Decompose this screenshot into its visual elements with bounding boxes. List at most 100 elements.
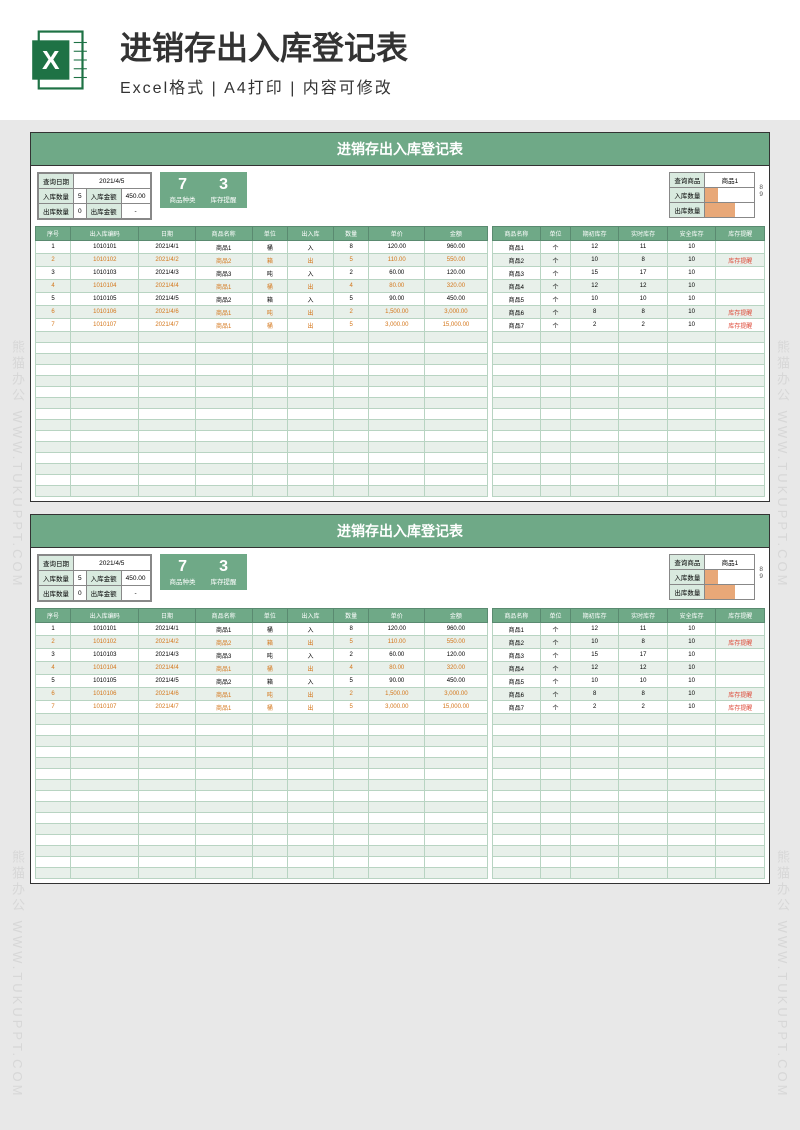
- table-row: 商品5个101010: [492, 675, 764, 688]
- spreadsheet: 进销存出入库登记表 查询日期2021/4/5 入库数量5入库金额450.00 出…: [30, 132, 770, 502]
- watermark: 熊猫办公 WWW.TUKUPPT.COM: [8, 850, 27, 1099]
- table-row: [492, 857, 764, 868]
- table-row: [36, 453, 488, 464]
- page-header: X 进销存出入库登记表 Excel格式 | A4打印 | 内容可修改: [0, 0, 800, 120]
- table-row: 商品5个101010: [492, 293, 764, 306]
- table-row: [36, 464, 488, 475]
- table-row: [492, 343, 764, 354]
- table-row: [492, 769, 764, 780]
- table-row: 商品6个8810库存提醒: [492, 688, 764, 701]
- table-row: 510101052021/4/5商品2箱入590.00450.00: [36, 293, 488, 306]
- table-row: [36, 376, 488, 387]
- table-row: 商品2个10810库存提醒: [492, 254, 764, 267]
- table-row: [492, 791, 764, 802]
- table-row: 商品1个121110: [492, 623, 764, 636]
- table-row: [36, 354, 488, 365]
- table-row: [36, 747, 488, 758]
- table-row: [492, 824, 764, 835]
- table-row: [492, 387, 764, 398]
- table-row: 商品4个121210: [492, 662, 764, 675]
- table-row: 210101022021/4/2商品2箱出5110.00550.00: [36, 254, 488, 267]
- table-row: [36, 332, 488, 343]
- table-row: 410101042021/4/4商品1桶出480.00320.00: [36, 280, 488, 293]
- table-row: [492, 332, 764, 343]
- table-row: [492, 736, 764, 747]
- table-row: [492, 835, 764, 846]
- table-row: [36, 824, 488, 835]
- table-row: [36, 857, 488, 868]
- page-subtitle: Excel格式 | A4打印 | 内容可修改: [120, 74, 408, 98]
- table-row: [492, 398, 764, 409]
- table-row: [36, 725, 488, 736]
- table-row: [492, 475, 764, 486]
- table-row: 110101012021/4/1商品1桶入8120.00960.00: [36, 241, 488, 254]
- table-row: [36, 758, 488, 769]
- table-row: [492, 747, 764, 758]
- table-row: [36, 486, 488, 497]
- query-panel: 查询日期2021/4/5 入库数量5入库金额450.00 出库数量0出库金额-: [37, 554, 152, 602]
- lookup-panel: 查询商品商品1 入库数量 出库数量 89: [669, 172, 763, 218]
- table-row: [36, 714, 488, 725]
- table-row: [36, 431, 488, 442]
- entry-table[interactable]: 序号出入库编码日期商品名称单位出入库数量单价金额 110101012021/4/…: [35, 226, 488, 497]
- table-row: 商品7个2210库存提醒: [492, 701, 764, 714]
- table-row: [492, 420, 764, 431]
- table-row: [492, 846, 764, 857]
- table-row: 商品7个2210库存提醒: [492, 319, 764, 332]
- table-row: [36, 846, 488, 857]
- summary-box: 7商品种类 3库存提醒: [160, 554, 247, 590]
- watermark: 熊猫办公 WWW.TUKUPPT.COM: [8, 340, 27, 589]
- excel-icon: X: [30, 25, 100, 95]
- table-row: 310101032021/4/3商品3吨入260.00120.00: [36, 649, 488, 662]
- table-row: [492, 464, 764, 475]
- table-row: [492, 365, 764, 376]
- entry-table[interactable]: 序号出入库编码日期商品名称单位出入库数量单价金额 110101012021/4/…: [35, 608, 488, 879]
- watermark: 熊猫办公 WWW.TUKUPPT.COM: [773, 850, 792, 1099]
- table-row: 610101062021/4/6商品1吨出21,500.003,000.00: [36, 306, 488, 319]
- watermark: 熊猫办公 WWW.TUKUPPT.COM: [773, 340, 792, 589]
- table-row: [492, 813, 764, 824]
- table-row: 410101042021/4/4商品1桶出480.00320.00: [36, 662, 488, 675]
- table-row: [492, 431, 764, 442]
- table-row: [492, 725, 764, 736]
- table-row: [36, 442, 488, 453]
- table-row: 710101072021/4/7商品1桶出53,000.0015,000.00: [36, 319, 488, 332]
- table-row: [492, 409, 764, 420]
- query-panel: 查询日期2021/4/5 入库数量5入库金额450.00 出库数量0出库金额-: [37, 172, 152, 220]
- table-row: 商品6个8810库存提醒: [492, 306, 764, 319]
- svg-text:X: X: [42, 45, 60, 75]
- table-row: [492, 442, 764, 453]
- table-row: [36, 343, 488, 354]
- table-row: 商品2个10810库存提醒: [492, 636, 764, 649]
- table-row: 210101022021/4/2商品2箱出5110.00550.00: [36, 636, 488, 649]
- table-row: [36, 409, 488, 420]
- table-row: 510101052021/4/5商品2箱入590.00450.00: [36, 675, 488, 688]
- table-row: [36, 802, 488, 813]
- table-row: [492, 868, 764, 879]
- table-row: 商品3个151710: [492, 267, 764, 280]
- table-row: 110101012021/4/1商品1桶入8120.00960.00: [36, 623, 488, 636]
- lookup-panel: 查询商品商品1 入库数量 出库数量 89: [669, 554, 763, 600]
- sheet-title: 进销存出入库登记表: [31, 133, 769, 166]
- stock-table[interactable]: 商品名称单位期初库存实时库存安全库存库存提醒 商品1个121110商品2个108…: [492, 608, 765, 879]
- table-row: 310101032021/4/3商品3吨入260.00120.00: [36, 267, 488, 280]
- table-row: [492, 486, 764, 497]
- table-row: [36, 398, 488, 409]
- table-row: [36, 868, 488, 879]
- table-row: 710101072021/4/7商品1桶出53,000.0015,000.00: [36, 701, 488, 714]
- table-row: 商品4个121210: [492, 280, 764, 293]
- table-row: [36, 791, 488, 802]
- summary-box: 7商品种类 3库存提醒: [160, 172, 247, 208]
- table-row: 商品1个121110: [492, 241, 764, 254]
- table-row: [492, 354, 764, 365]
- table-row: [492, 780, 764, 791]
- table-row: [492, 714, 764, 725]
- table-row: 商品3个151710: [492, 649, 764, 662]
- table-row: [492, 453, 764, 464]
- table-row: [36, 769, 488, 780]
- table-row: [36, 780, 488, 791]
- stock-table[interactable]: 商品名称单位期初库存实时库存安全库存库存提醒 商品1个121110商品2个108…: [492, 226, 765, 497]
- table-row: 610101062021/4/6商品1吨出21,500.003,000.00: [36, 688, 488, 701]
- table-row: [36, 813, 488, 824]
- table-row: [492, 758, 764, 769]
